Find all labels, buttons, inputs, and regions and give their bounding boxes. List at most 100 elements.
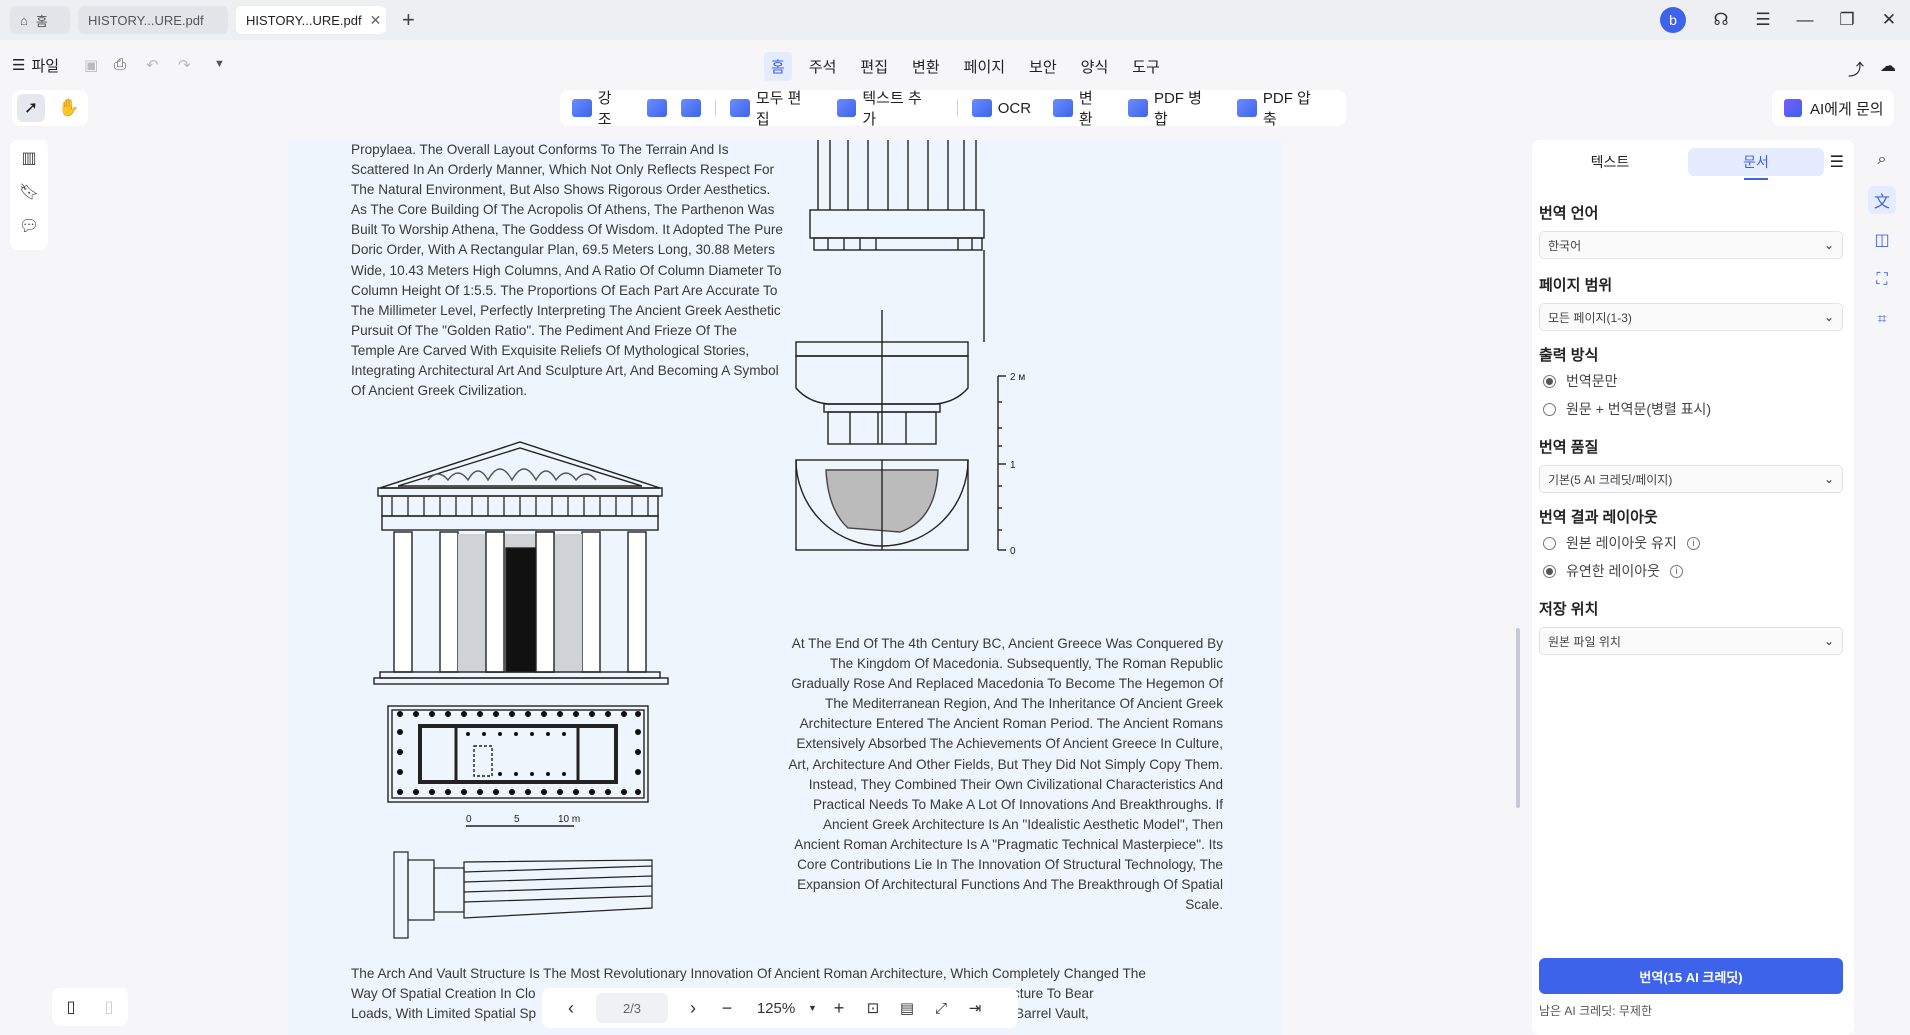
share-icon[interactable]: ⤴ [1848, 56, 1864, 80]
panel-menu-icon[interactable]: ☰ [1830, 152, 1844, 172]
avatar[interactable]: b [1660, 7, 1686, 33]
compress-icon [1237, 99, 1257, 117]
compare-icon[interactable]: ◫ [1868, 226, 1896, 254]
fit-page-icon[interactable]: ⊡ [856, 999, 890, 1017]
zoom-dropdown-icon[interactable]: ▼ [808, 1003, 822, 1013]
radio-label: 번역문만 [1566, 373, 1618, 389]
fullscreen-icon[interactable]: ⤢ [924, 1000, 958, 1017]
select-cursor-icon[interactable]: ➚ [17, 94, 45, 122]
close-icon[interactable]: ✕ [370, 12, 382, 29]
merge-pdf-button[interactable]: PDF 병합 [1128, 87, 1215, 129]
next-page-icon[interactable]: › [676, 998, 710, 1019]
compress-label: PDF 압축 [1262, 90, 1311, 128]
convert-label: 변환 [1078, 90, 1093, 128]
minimize-icon[interactable]: — [1784, 0, 1826, 40]
radio-unchecked [1543, 402, 1556, 416]
menu-annotate[interactable]: 주석 [802, 52, 844, 81]
close-window-icon[interactable]: ✕ [1868, 0, 1910, 40]
menu-form[interactable]: 양식 [1074, 52, 1116, 81]
save-icon[interactable]: ▣ [84, 56, 98, 74]
headset-icon[interactable]: ☊ [1700, 0, 1742, 40]
add-text-label: 텍스트 추가 [862, 90, 922, 128]
fit-width-icon[interactable]: ▤ [890, 999, 924, 1017]
file-menu-button[interactable]: ☰ 파일 [12, 55, 59, 76]
output-section: 출력 방식 번역문만 원문 + 번역문(병렬 표시) [1539, 344, 1843, 423]
ai-sparkle-icon [1784, 99, 1802, 117]
layout-flexible[interactable]: 유연한 레이아웃 i [1539, 557, 1843, 585]
compress-pdf-button[interactable]: PDF 압축 [1237, 87, 1324, 129]
tab-document-1[interactable]: HISTORY...URE.pdf [78, 6, 228, 34]
translate-panel: 텍스트 문서 ☰ 번역 언어 한국어 ⌄ 페이지 범위 모든 페이지(1-3) ⌄ … [1532, 140, 1854, 1035]
add-text-button[interactable]: 텍스트 추가 [836, 87, 935, 129]
ask-ai-button[interactable]: AI에게 문의 [1772, 90, 1894, 126]
output-bilingual[interactable]: 원문 + 번역문(병렬 표시) [1539, 395, 1843, 423]
highlight-button[interactable]: 강조 [572, 87, 625, 129]
single-page-icon[interactable]: ▯ [67, 997, 76, 1017]
tab-home[interactable]: ⌂ 홈 [10, 6, 70, 34]
zoom-in-icon[interactable]: + [822, 998, 856, 1019]
underline-button[interactable] [647, 99, 668, 117]
info-icon[interactable]: i [1686, 536, 1700, 550]
save-location-select[interactable]: 원본 파일 위치 ⌄ [1539, 627, 1843, 655]
menu-convert[interactable]: 변환 [905, 52, 947, 81]
menu-bar: ☰ 파일 ▣ ⎙ ↶ ↷ ▼ 홈 주석 편집 변환 페이지 보안 양식 도구 ⤴… [0, 46, 1910, 84]
undo-icon[interactable]: ↶ [146, 56, 159, 74]
edit-all-button[interactable]: 모두 편집 [730, 87, 815, 129]
tab-document[interactable]: 문서 [1688, 148, 1824, 180]
zoom-out-icon[interactable]: − [710, 998, 744, 1019]
title-bar: ⌂ 홈 HISTORY...URE.pdf HISTORY...URE.pdf … [0, 0, 1910, 40]
print-icon[interactable]: ⎙ [114, 56, 126, 73]
chevron-down-icon: ⌄ [1823, 472, 1834, 486]
search-icon[interactable]: ⌕ [1868, 146, 1896, 174]
cursor-mode-group: ➚ ✋ [12, 90, 88, 126]
info-icon[interactable]: i [1670, 564, 1684, 578]
tool-row: ➚ ✋ 강조 모두 편집 텍스트 추가 OCR 변환 PDF 병합 PDF 압축… [0, 90, 1910, 130]
cloud-upload-icon[interactable]: ☁ [1880, 56, 1896, 80]
eraser-button[interactable] [681, 99, 702, 117]
zoom-level[interactable]: 125% [744, 1000, 808, 1017]
layout-label: 번역 결과 레이아웃 [1539, 509, 1658, 526]
eraser-icon [681, 99, 702, 117]
comment-icon[interactable]: 💬︎ [19, 216, 39, 236]
menu-security[interactable]: 보안 [1022, 52, 1064, 81]
menu-page[interactable]: 페이지 [957, 52, 1012, 81]
double-page-icon[interactable]: ▯ [105, 997, 114, 1017]
paragraph-rome: At The End Of The 4th Century BC, Ancien… [788, 636, 1223, 913]
save-location-section: 저장 위치 원본 파일 위치 ⌄ [1539, 598, 1843, 655]
restore-icon[interactable]: ❐ [1826, 0, 1868, 40]
right-tool-rail: ⌕ 文 ◫ ⛶ ⌗ [1862, 140, 1902, 340]
layout-keep-original[interactable]: 원본 레이아웃 유지 i [1539, 529, 1843, 557]
translate-icon[interactable]: 文 [1868, 186, 1896, 214]
ocr-label: OCR [997, 99, 1032, 117]
scale-label-0: 0 [466, 814, 472, 825]
page-range-select[interactable]: 모든 페이지(1-3) ⌄ [1539, 303, 1843, 331]
document-viewport[interactable]: Propylaea. The Overall Layout Conforms T… [56, 140, 1520, 1035]
quality-select[interactable]: 기본(5 AI 크레딧/페이지) ⌄ [1539, 465, 1843, 493]
prev-page-icon[interactable]: ‹ [554, 998, 588, 1019]
output-translation-only[interactable]: 번역문만 [1539, 367, 1843, 395]
tab-text[interactable]: 텍스트 [1542, 148, 1678, 176]
scan-icon[interactable]: ⛶ [1868, 266, 1896, 294]
menu-edit[interactable]: 편집 [853, 52, 895, 81]
capture-icon[interactable]: ⌗ [1868, 306, 1896, 334]
merge-icon [1128, 99, 1148, 117]
page-number-input[interactable]: 2/3 [596, 993, 668, 1023]
thumbnails-icon[interactable]: ▥ [21, 148, 36, 168]
tab-document-2[interactable]: HISTORY...URE.pdf ✕ [236, 6, 386, 34]
menu-home[interactable]: 홈 [764, 52, 792, 81]
collapse-icon[interactable]: ⇥ [958, 999, 992, 1017]
hamburger-icon[interactable]: ☰ [1742, 0, 1784, 40]
language-select[interactable]: 한국어 ⌄ [1539, 231, 1843, 259]
merge-label: PDF 병합 [1153, 90, 1202, 128]
new-tab-icon[interactable]: + [402, 7, 415, 33]
ocr-button[interactable]: OCR [971, 99, 1032, 117]
redo-icon[interactable]: ↷ [178, 56, 191, 74]
convert-button[interactable]: 변환 [1053, 87, 1106, 129]
vertical-scrollbar[interactable] [1516, 628, 1520, 808]
menu-tools[interactable]: 도구 [1125, 52, 1167, 81]
translate-button[interactable]: 번역(15 AI 크레딧) [1539, 958, 1843, 994]
chevron-down-icon: ⌄ [1823, 238, 1834, 252]
bookmark-icon[interactable]: 🔖︎ [19, 182, 39, 202]
chevron-down-icon[interactable]: ▼ [214, 58, 225, 70]
hand-tool-icon[interactable]: ✋ [55, 94, 83, 122]
